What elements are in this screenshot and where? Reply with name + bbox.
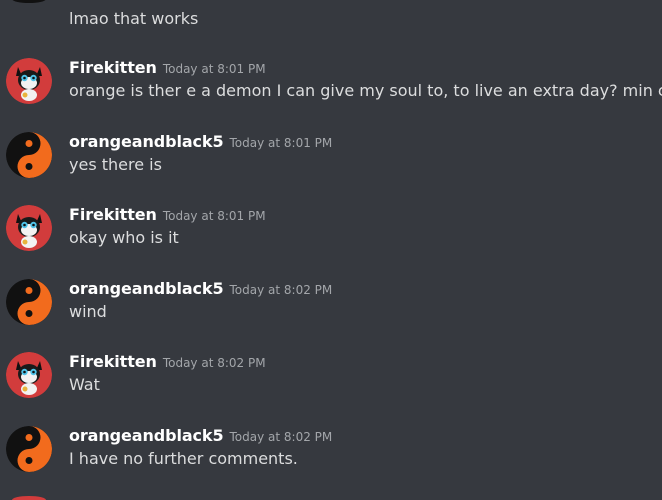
previous-avatar-sliver <box>12 0 46 3</box>
message-header: orangeandblack5 Today at 8:02 PM <box>69 279 332 298</box>
message-header: orangeandblack5 Today at 8:01 PM <box>69 132 332 151</box>
message-group: orangeandblack5 Today at 8:02 PM I have n… <box>0 426 662 486</box>
firekitten-avatar-icon[interactable] <box>6 58 52 104</box>
author-username[interactable]: Firekitten <box>69 205 157 224</box>
message-timestamp[interactable]: Today at 8:01 PM <box>163 209 266 223</box>
message-timestamp[interactable]: Today at 8:02 PM <box>230 283 333 297</box>
message-header: orangeandblack5 Today at 8:02 PM <box>69 426 332 445</box>
message-header: Firekitten Today at 8:01 PM <box>69 205 266 224</box>
chat-messages-area: lmao that works Firekitten Today at 8:01 … <box>0 0 662 500</box>
firekitten-avatar-icon[interactable] <box>6 205 52 251</box>
author-username[interactable]: orangeandblack5 <box>69 426 224 445</box>
author-username[interactable]: Firekitten <box>69 58 157 77</box>
message-timestamp[interactable]: Today at 8:02 PM <box>230 430 333 444</box>
firekitten-avatar-icon[interactable] <box>6 352 52 398</box>
message-timestamp[interactable]: Today at 8:01 PM <box>163 62 266 76</box>
message-text: I have no further comments. <box>69 449 298 468</box>
author-username[interactable]: orangeandblack5 <box>69 132 224 151</box>
message-header: Firekitten Today at 8:01 PM <box>69 58 266 77</box>
message-text: okay who is it <box>69 228 179 247</box>
yin-yang-avatar-icon[interactable] <box>6 132 52 178</box>
message-text: wind <box>69 302 107 321</box>
message-group: Firekitten Today at 8:01 PM orange is the… <box>0 58 662 118</box>
message-group: Firekitten Today at 8:01 PM okay who is i… <box>0 205 662 265</box>
message-group: Firekitten Today at 8:02 PM Wat <box>0 352 662 412</box>
message-timestamp[interactable]: Today at 8:02 PM <box>163 356 266 370</box>
message-header: Firekitten Today at 8:02 PM <box>69 352 266 371</box>
message-text: orange is ther e a demon I can give my s… <box>69 81 662 100</box>
yin-yang-avatar-icon[interactable] <box>6 279 52 325</box>
message-text-continuation: lmao that works <box>69 9 199 28</box>
message-text: Wat <box>69 375 100 394</box>
message-group: orangeandblack5 Today at 8:02 PM wind <box>0 279 662 339</box>
message-group: orangeandblack5 Today at 8:01 PM yes ther… <box>0 132 662 192</box>
yin-yang-avatar-icon[interactable] <box>6 426 52 472</box>
next-avatar-sliver <box>12 496 46 500</box>
author-username[interactable]: orangeandblack5 <box>69 279 224 298</box>
message-text: yes there is <box>69 155 162 174</box>
author-username[interactable]: Firekitten <box>69 352 157 371</box>
message-timestamp[interactable]: Today at 8:01 PM <box>230 136 333 150</box>
